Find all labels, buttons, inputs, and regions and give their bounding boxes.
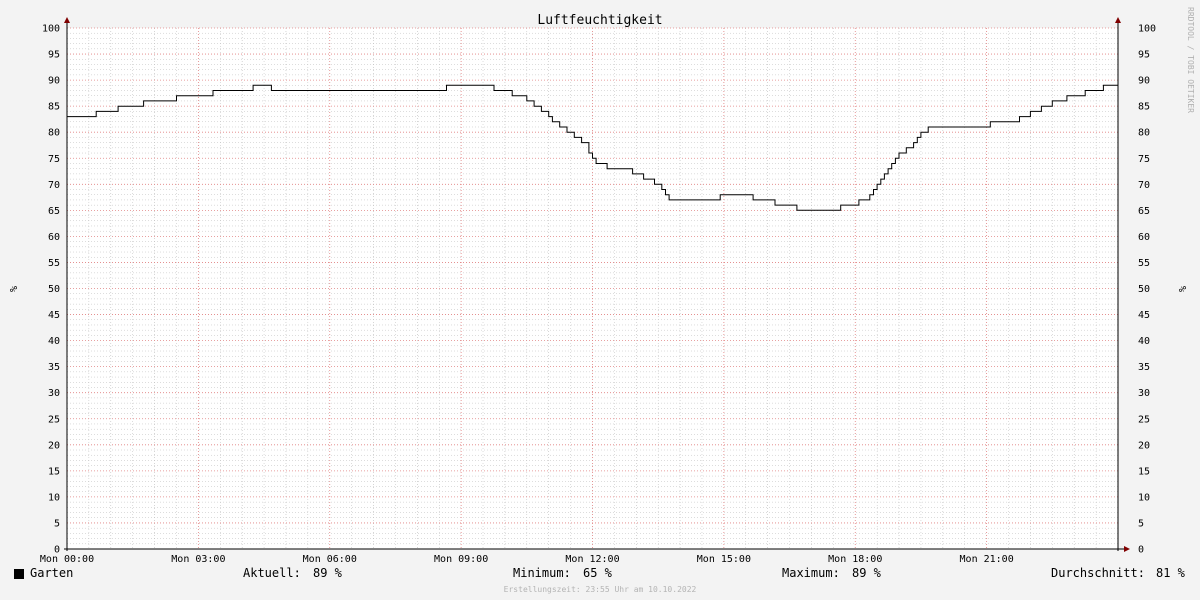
x-tick-label: Mon 09:00 — [434, 554, 488, 565]
maximum-value: 89 % — [852, 566, 881, 580]
y-tick-label-right: 85 — [1138, 102, 1150, 113]
y-tick-label-left: 40 — [48, 336, 60, 347]
y-tick-label-right: 0 — [1138, 545, 1144, 556]
minimum-value: 65 % — [583, 566, 612, 580]
minimum-label: Minimum: — [513, 566, 571, 580]
y-tick-label-left: 55 — [48, 258, 60, 269]
current-label: Aktuell: — [243, 566, 301, 580]
y-tick-label-left: 5 — [54, 518, 60, 529]
current-value: 89 % — [313, 566, 342, 580]
x-axis-ticks: Mon 00:00 Mon 03:00 Mon 06:00 Mon 09:00 Mon … — [40, 554, 1014, 565]
x-tick-label: Mon 06:00 — [303, 554, 357, 565]
y-tick-label-left: 50 — [48, 284, 60, 295]
y-axis-left-label: % — [7, 286, 18, 292]
creation-time: Erstellungszeit: 23:55 Uhr am 10.10.2022 — [503, 585, 697, 594]
y-tick-label-left: 25 — [48, 414, 60, 425]
y-axis-right-ticks: 0 5 10 15 20 25 30 35 40 45 50 55 60 65 70 75 80 85 90 95 10… — [1138, 24, 1156, 556]
y-axis-left-arrow — [64, 17, 70, 23]
x-axis-arrow — [1124, 546, 1130, 552]
y-tick-label-right: 45 — [1138, 310, 1150, 321]
y-tick-label-right: 75 — [1138, 154, 1150, 165]
y-tick-label-right: 95 — [1138, 50, 1150, 61]
legend-swatch — [14, 569, 24, 579]
legend-bar: Garten Aktuell: 89 % Minimum: 65 % Maxim… — [0, 566, 1200, 586]
y-tick-label-left: 15 — [48, 466, 60, 477]
y-tick-label-left: 95 — [48, 50, 60, 61]
y-tick-label-left: 10 — [48, 492, 60, 503]
y-tick-label-right: 65 — [1138, 206, 1150, 217]
y-tick-label-right: 15 — [1138, 466, 1150, 477]
y-tick-label-left: 30 — [48, 388, 60, 399]
rrdtool-watermark: RRDTOOL / TOBI OETIKER — [1186, 7, 1195, 113]
x-tick-label: Mon 18:00 — [828, 554, 882, 565]
y-tick-label-right: 5 — [1138, 518, 1144, 529]
y-tick-label-left: 100 — [42, 24, 60, 35]
y-axis-right-arrow — [1115, 17, 1121, 23]
y-tick-label-right: 60 — [1138, 232, 1150, 243]
y-axis-left-ticks: 0510152025303540455055606570758085909510… — [42, 24, 60, 556]
graph-window: Luftfeuchtigkeit 0 5 10 15 20 25 30 35 40 45 50 55 6… — [0, 0, 1200, 600]
maximum-label: Maximum: — [782, 566, 840, 580]
legend-series-name: Garten — [30, 566, 74, 580]
y-tick-label-left: 20 — [48, 440, 60, 451]
y-tick-label-right: 50 — [1138, 284, 1150, 295]
y-tick-label-right: 20 — [1138, 440, 1150, 451]
y-tick-label-right: 40 — [1138, 336, 1150, 347]
y-tick-label-left: 80 — [48, 128, 60, 139]
y-tick-label-left: 35 — [48, 362, 60, 373]
x-tick-label: Mon 00:00 — [40, 554, 94, 565]
x-tick-label: Mon 12:00 — [565, 554, 619, 565]
humidity-chart: Luftfeuchtigkeit 0 5 10 15 20 25 30 35 40 45 50 55 6… — [7, 7, 1195, 565]
y-axis-right-label: % — [1176, 286, 1187, 292]
y-tick-label-left: 65 — [48, 206, 60, 217]
y-tick-label-left: 70 — [48, 180, 60, 191]
y-tick-label-right: 30 — [1138, 388, 1150, 399]
y-tick-label-right: 90 — [1138, 76, 1150, 87]
y-tick-label-left: 90 — [48, 76, 60, 87]
y-tick-label-left: 85 — [48, 102, 60, 113]
x-tick-label: Mon 15:00 — [697, 554, 751, 565]
x-tick-label: Mon 03:00 — [171, 554, 225, 565]
y-tick-label-right: 35 — [1138, 362, 1150, 373]
y-tick-label-left: 60 — [48, 232, 60, 243]
y-tick-label-left: 45 — [48, 310, 60, 321]
chart-title: Luftfeuchtigkeit — [537, 13, 662, 28]
y-tick-label-right: 100 — [1138, 24, 1156, 35]
y-tick-label-right: 80 — [1138, 128, 1150, 139]
y-tick-label-right: 10 — [1138, 492, 1150, 503]
y-tick-label-right: 55 — [1138, 258, 1150, 269]
y-tick-label-right: 25 — [1138, 414, 1150, 425]
y-tick-label-left: 75 — [48, 154, 60, 165]
average-label: Durchschnitt: — [1051, 566, 1145, 580]
average-value: 81 % — [1156, 566, 1185, 580]
x-tick-label: Mon 21:00 — [960, 554, 1014, 565]
y-tick-label-right: 70 — [1138, 180, 1150, 191]
